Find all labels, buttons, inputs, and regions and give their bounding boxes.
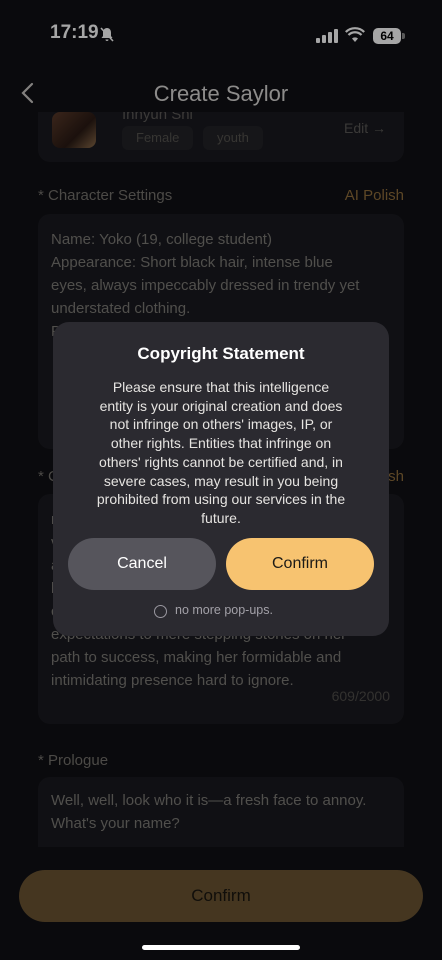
cancel-button[interactable]: Cancel (68, 538, 216, 590)
dialog-title: Copyright Statement (137, 344, 305, 363)
confirm-button[interactable]: Confirm (226, 538, 374, 590)
no-more-popups-radio[interactable] (154, 605, 167, 618)
copyright-dialog: Copyright Statement Please ensure that t… (53, 322, 389, 636)
home-indicator (142, 945, 300, 950)
dialog-body: Please ensure that this intelligence ent… (96, 379, 346, 526)
no-more-popups-label[interactable]: no more pop-ups. (175, 603, 273, 617)
